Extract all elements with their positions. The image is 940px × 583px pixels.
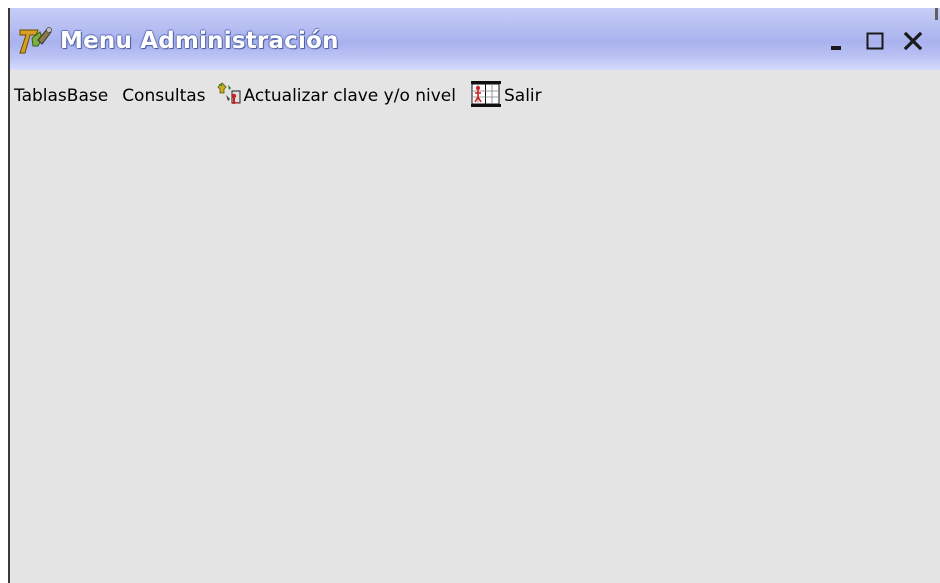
menu-item-consultas[interactable]: Consultas (118, 81, 209, 111)
key-update-icon (216, 81, 242, 112)
window-title: Menu Administración (60, 28, 339, 54)
minimize-icon (829, 31, 845, 55)
menu-item-actualizar-clave[interactable]: Actualizar clave y/o nivel (212, 81, 460, 111)
menu-item-tablasbase[interactable]: TablasBase (10, 81, 112, 111)
frame-edge (935, 8, 938, 20)
menu-item-label: Salir (504, 86, 542, 106)
menu-item-label: TablasBase (14, 86, 109, 106)
minimize-button[interactable] (818, 30, 856, 56)
application-window: Menu Administración TablasBase Consultas… (8, 8, 940, 583)
menu-item-label: Actualizar clave y/o nivel (243, 86, 456, 106)
menu-item-label: Consultas (122, 86, 206, 106)
client-area (10, 118, 940, 583)
maximize-icon (865, 31, 885, 55)
window-controls (818, 30, 932, 56)
title-bar[interactable]: Menu Administración (10, 8, 940, 70)
menu-bar: TablasBase Consultas Actualizar clave y/… (10, 78, 940, 114)
maximize-button[interactable] (856, 30, 894, 56)
menu-item-salir[interactable]: Salir (466, 80, 546, 113)
close-button[interactable] (894, 30, 932, 56)
close-icon (903, 31, 923, 55)
exit-door-icon (470, 80, 502, 113)
app-logo-icon (18, 26, 58, 56)
